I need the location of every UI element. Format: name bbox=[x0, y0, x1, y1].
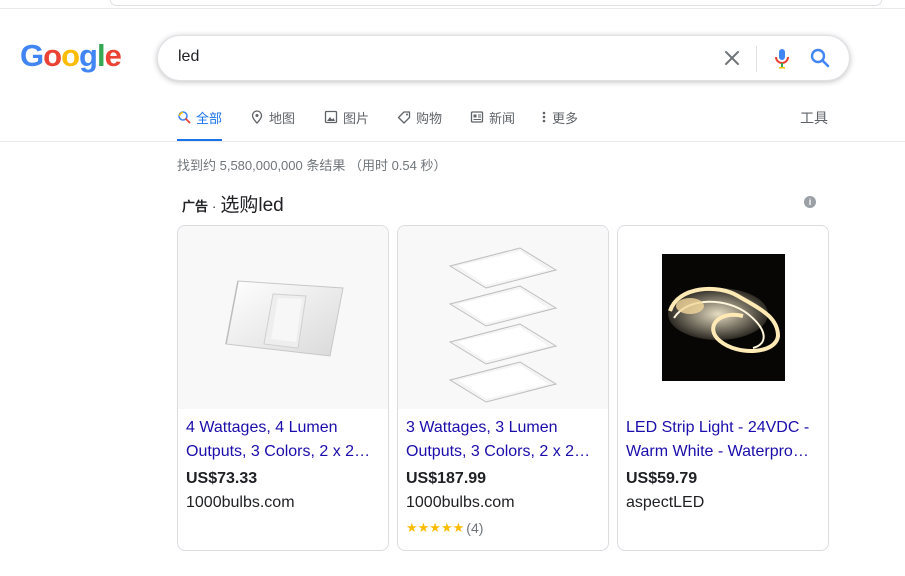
logo-letter: e bbox=[104, 38, 122, 73]
tab-news[interactable]: 新闻 bbox=[470, 108, 515, 140]
tag-icon bbox=[397, 111, 411, 124]
product-rating: ★★★★★ (4) bbox=[406, 520, 483, 536]
tools-button[interactable]: 工具 bbox=[800, 108, 828, 128]
ads-header: 广告 · 选购led bbox=[182, 190, 284, 217]
product-name-line: Warm White - Waterproo… bbox=[626, 443, 816, 460]
search-box[interactable]: led bbox=[157, 35, 850, 81]
logo-letter: g bbox=[79, 38, 98, 73]
search-input[interactable]: led bbox=[178, 48, 199, 66]
product-image[interactable] bbox=[618, 226, 828, 409]
tabs-divider bbox=[0, 141, 905, 142]
more-vertical-icon bbox=[542, 111, 546, 123]
tab-label: 图片 bbox=[343, 111, 370, 126]
map-pin-icon bbox=[251, 110, 263, 124]
logo-letter: o bbox=[61, 38, 80, 73]
top-strip bbox=[0, 0, 905, 9]
news-icon bbox=[470, 111, 484, 123]
google-logo[interactable]: Google bbox=[20, 38, 122, 74]
tab-maps[interactable]: 地图 bbox=[250, 108, 295, 140]
info-icon[interactable]: i bbox=[804, 196, 816, 208]
logo-letter: G bbox=[20, 38, 44, 73]
product-seller: 1000bulbs.com bbox=[406, 494, 515, 511]
product-seller: aspectLED bbox=[626, 494, 705, 511]
product-name-line: Outputs, 3 Colors, 2 x 2… bbox=[406, 443, 591, 460]
product-name-line: 4 Wattages, 4 Lumen bbox=[186, 419, 338, 436]
tab-label: 地图 bbox=[269, 111, 296, 126]
product-name-link[interactable]: 3 Wattages, 3 Lumen Outputs, 3 Colors, 2… bbox=[406, 416, 596, 464]
clear-icon[interactable] bbox=[718, 44, 746, 72]
tab-label: 新闻 bbox=[489, 111, 516, 126]
ads-title: 选购led bbox=[220, 195, 284, 216]
tab-all[interactable]: 全部 bbox=[177, 108, 223, 142]
rating-count: (4) bbox=[466, 520, 484, 536]
tab-more[interactable]: 更多 bbox=[541, 108, 578, 140]
result-stats: 找到约 5,580,000,000 条结果 （用时 0.54 秒） bbox=[177, 158, 447, 173]
tab-label: 更多 bbox=[552, 111, 579, 126]
previous-search-bar-edge bbox=[110, 0, 882, 6]
product-name-line: Outputs, 3 Colors, 2 x 2… bbox=[186, 443, 371, 460]
product-card[interactable]: 4 Wattages, 4 Lumen Outputs, 3 Colors, 2… bbox=[177, 225, 389, 551]
microphone-icon[interactable] bbox=[768, 44, 796, 72]
product-name-line: LED Strip Light - 24VDC - bbox=[626, 419, 810, 436]
product-name-line: 3 Wattages, 3 Lumen bbox=[406, 419, 558, 436]
product-name-link[interactable]: LED Strip Light - 24VDC - Warm White - W… bbox=[626, 416, 816, 464]
product-image[interactable] bbox=[398, 226, 608, 409]
product-price: US$187.99 bbox=[406, 470, 487, 487]
product-price: US$59.79 bbox=[626, 470, 698, 487]
star-rating-icon: ★★★★★ bbox=[406, 520, 465, 535]
image-icon bbox=[324, 110, 338, 124]
search-icon[interactable] bbox=[806, 44, 834, 72]
product-card[interactable]: LED Strip Light - 24VDC - Warm White - W… bbox=[617, 225, 829, 551]
product-card[interactable]: 3 Wattages, 3 Lumen Outputs, 3 Colors, 2… bbox=[397, 225, 609, 551]
ad-label: 广告 bbox=[182, 199, 209, 214]
tab-label: 全部 bbox=[196, 111, 223, 126]
product-image[interactable] bbox=[178, 226, 388, 409]
product-seller: 1000bulbs.com bbox=[186, 494, 295, 511]
tab-shopping[interactable]: 购物 bbox=[397, 108, 442, 140]
tab-images[interactable]: 图片 bbox=[324, 108, 369, 140]
product-price: US$73.33 bbox=[186, 470, 258, 487]
tab-label: 购物 bbox=[416, 111, 443, 126]
search-divider bbox=[756, 46, 757, 72]
product-name-link[interactable]: 4 Wattages, 4 Lumen Outputs, 3 Colors, 2… bbox=[186, 416, 376, 464]
logo-letter: o bbox=[43, 38, 62, 73]
ad-separator: · bbox=[212, 199, 217, 214]
logo-letter: l bbox=[96, 38, 106, 73]
search-icon bbox=[178, 111, 191, 124]
